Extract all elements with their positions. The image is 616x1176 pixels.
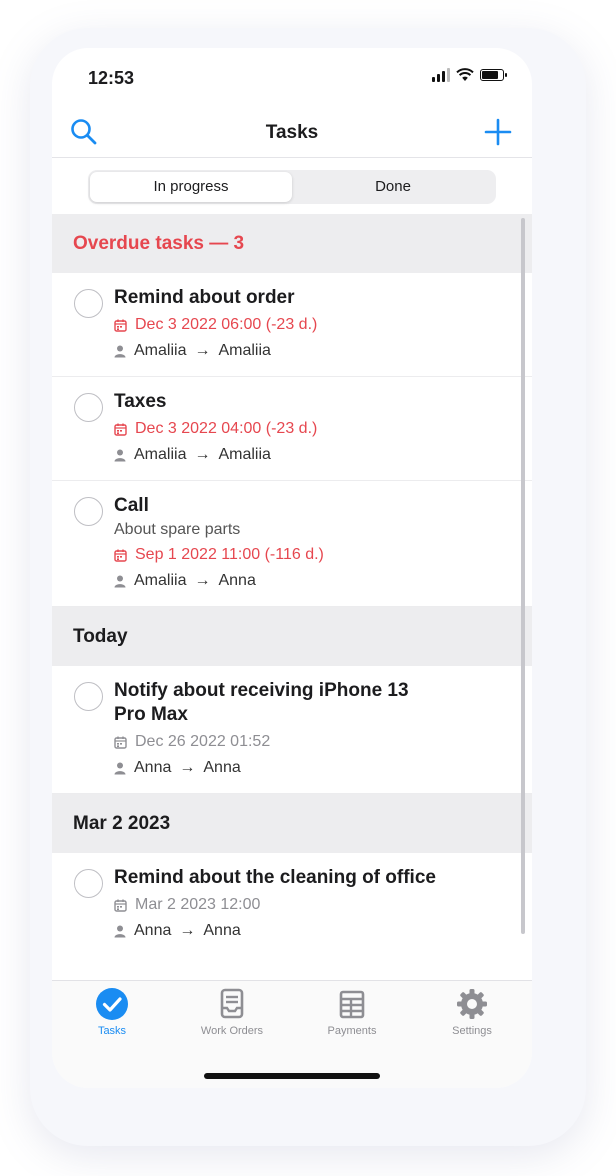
segment-done[interactable]: Done bbox=[292, 172, 494, 202]
calendar-icon bbox=[114, 319, 127, 332]
status-time: 12:53 bbox=[88, 68, 135, 88]
section-header-date: Mar 2 2023 bbox=[52, 794, 532, 853]
task-date-text: Dec 26 2022 01:52 bbox=[135, 733, 271, 750]
wifi-icon bbox=[456, 68, 474, 81]
task-author: Anna bbox=[134, 759, 172, 776]
person-icon bbox=[114, 575, 126, 587]
arrow-right-icon: → bbox=[194, 446, 211, 463]
tab-label: Tasks bbox=[97, 1025, 127, 1037]
task-author: Amaliia bbox=[134, 446, 187, 463]
status-bar: 12:53 bbox=[52, 48, 532, 104]
task-note: About spare parts bbox=[114, 521, 241, 538]
task-title: Notify about receiving iPhone 13 Pro Max bbox=[114, 680, 409, 725]
task-row[interactable]: Remind about the cleaning of office Mar … bbox=[52, 853, 532, 956]
task-assignee: Anna bbox=[218, 572, 256, 589]
work-orders-icon bbox=[220, 988, 244, 1019]
status-segmented-control: In progress Done bbox=[88, 170, 496, 204]
arrow-right-icon: → bbox=[179, 759, 196, 776]
task-assignment: Amaliia → Amaliia bbox=[114, 444, 520, 466]
person-icon bbox=[114, 345, 126, 357]
task-row[interactable]: Remind about order Dec 3 2022 06:00 (-23… bbox=[52, 273, 532, 377]
complete-checkbox[interactable] bbox=[74, 497, 103, 526]
task-assignee: Amaliia bbox=[218, 342, 271, 359]
task-title: Taxes bbox=[114, 391, 167, 412]
add-task-icon[interactable] bbox=[482, 116, 514, 148]
tab-work-orders[interactable]: Work Orders bbox=[172, 987, 292, 1047]
tab-label: Payments bbox=[327, 1025, 377, 1037]
task-title: Remind about the cleaning of office bbox=[114, 867, 436, 888]
task-date-text: Mar 2 2023 12:00 bbox=[135, 896, 261, 913]
scrollbar[interactable] bbox=[521, 218, 525, 934]
task-due-date: Dec 3 2022 04:00 (-23 d.) bbox=[114, 418, 520, 440]
task-date-text: Sep 1 2022 11:00 (-116 d.) bbox=[135, 546, 324, 563]
gear-icon bbox=[457, 989, 487, 1019]
task-date-text: Dec 3 2022 06:00 (-23 d.) bbox=[135, 316, 318, 333]
battery-icon bbox=[480, 69, 507, 81]
task-due-date: Sep 1 2022 11:00 (-116 d.) bbox=[114, 544, 520, 566]
person-icon bbox=[114, 449, 126, 461]
task-date-text: Dec 3 2022 04:00 (-23 d.) bbox=[135, 420, 318, 437]
section-header-today: Today bbox=[52, 607, 532, 666]
task-assignee: Amaliia bbox=[218, 446, 271, 463]
tab-label: Work Orders bbox=[200, 1025, 264, 1037]
tab-tasks[interactable]: Tasks bbox=[52, 987, 172, 1047]
calendar-icon bbox=[114, 423, 127, 436]
task-author: Anna bbox=[134, 922, 172, 939]
arrow-right-icon: → bbox=[194, 572, 211, 589]
task-due-date: Dec 3 2022 06:00 (-23 d.) bbox=[114, 314, 520, 336]
tab-bar: Tasks Work Orders Payments Settings bbox=[52, 980, 532, 1088]
person-icon bbox=[114, 762, 126, 774]
calendar-icon bbox=[114, 736, 127, 749]
tab-settings[interactable]: Settings bbox=[412, 987, 532, 1047]
task-row[interactable]: Taxes Dec 3 2022 04:00 (-23 d.) Amaliia … bbox=[52, 377, 532, 481]
task-row[interactable]: Call About spare parts Sep 1 2022 11:00 … bbox=[52, 481, 532, 607]
task-due-date: Mar 2 2023 12:00 bbox=[114, 894, 520, 916]
task-assignment: Amaliia → Amaliia bbox=[114, 340, 520, 362]
arrow-right-icon: → bbox=[179, 922, 196, 939]
section-header-overdue: Overdue tasks — 3 bbox=[52, 214, 532, 273]
task-assignment: Amaliia → Anna bbox=[114, 570, 520, 592]
tab-label: Settings bbox=[452, 1025, 492, 1037]
arrow-right-icon: → bbox=[194, 342, 211, 359]
task-title: Remind about order bbox=[114, 287, 295, 308]
complete-checkbox[interactable] bbox=[74, 289, 103, 318]
task-author: Amaliia bbox=[134, 342, 187, 359]
segment-in-progress[interactable]: In progress bbox=[90, 172, 292, 202]
task-row[interactable]: Notify about receiving iPhone 13 Pro Max… bbox=[52, 666, 532, 794]
complete-checkbox[interactable] bbox=[74, 682, 103, 711]
tab-payments[interactable]: Payments bbox=[292, 987, 412, 1047]
calendar-icon bbox=[114, 899, 127, 912]
task-assignment: Anna → Anna bbox=[114, 920, 520, 942]
task-title: Call bbox=[114, 495, 149, 516]
complete-checkbox[interactable] bbox=[74, 393, 103, 422]
task-assignment: Anna → Anna bbox=[114, 757, 520, 779]
complete-checkbox[interactable] bbox=[74, 869, 103, 898]
navigation-bar: Tasks bbox=[52, 108, 532, 158]
task-due-date: Dec 26 2022 01:52 bbox=[114, 731, 520, 753]
page-title: Tasks bbox=[265, 122, 319, 143]
payments-icon bbox=[339, 990, 365, 1019]
home-indicator[interactable] bbox=[204, 1073, 380, 1079]
cellular-signal-icon bbox=[432, 68, 450, 82]
checkmark-circle-icon bbox=[96, 988, 128, 1020]
person-icon bbox=[114, 925, 126, 937]
task-list[interactable]: Overdue tasks — 3 Remind about order Dec… bbox=[52, 214, 532, 980]
task-assignee: Anna bbox=[203, 759, 241, 776]
status-icons bbox=[432, 68, 507, 82]
task-assignee: Anna bbox=[203, 922, 241, 939]
task-author: Amaliia bbox=[134, 572, 187, 589]
phone-screen: 12:53 Tasks In progress Done Overdue tas… bbox=[52, 48, 532, 1088]
calendar-icon bbox=[114, 549, 127, 562]
